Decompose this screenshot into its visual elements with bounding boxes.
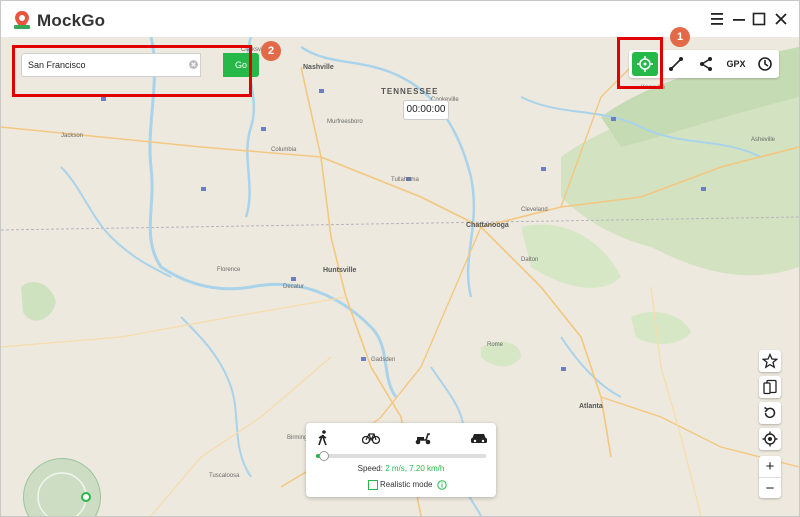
city-label: Decatur — [283, 284, 305, 290]
city-label: Dalton — [521, 257, 539, 263]
info-icon[interactable] — [437, 480, 447, 490]
scooter-mode-button[interactable] — [414, 430, 432, 446]
timer-display: 00:00:00 — [403, 100, 449, 120]
reset-icon — [764, 406, 776, 419]
clock-icon — [758, 57, 772, 71]
close-icon[interactable] — [771, 9, 791, 29]
minimize-icon[interactable] — [729, 9, 749, 29]
highlight-box-search — [12, 45, 252, 97]
menu-icon[interactable] — [707, 9, 727, 29]
city-label: Gadsden — [371, 357, 396, 363]
city-label: Nashville — [303, 64, 334, 71]
city-label: Columbia — [271, 147, 297, 153]
city-label: Asheville — [751, 137, 776, 143]
city-label: Atlanta — [579, 403, 603, 410]
speed-readout: Speed: 2 m/s, 7.20 km/h — [306, 464, 496, 473]
mockgo-logo-icon — [14, 11, 30, 29]
gpx-label: GPX — [726, 59, 746, 69]
highlight-box-teleport — [617, 37, 663, 89]
maximize-icon[interactable] — [749, 9, 769, 29]
locate-button[interactable] — [759, 428, 781, 450]
city-label: Huntsville — [323, 267, 357, 274]
realistic-mode-label: Realistic mode — [380, 480, 433, 489]
multi-spot-route-icon — [700, 57, 712, 71]
speed-panel: Speed: 2 m/s, 7.20 km/h Realistic mode — [306, 423, 496, 497]
device-button[interactable] — [759, 376, 781, 398]
city-label: Cleveland — [521, 207, 548, 213]
realistic-mode-checkbox[interactable] — [368, 480, 378, 490]
bike-mode-button[interactable] — [362, 430, 380, 446]
speed-slider[interactable] — [316, 451, 486, 461]
direction-joystick[interactable] — [23, 458, 101, 516]
city-label: Jackson — [61, 133, 84, 139]
scooter-icon — [415, 433, 431, 445]
city-label: Murfreesboro — [327, 119, 363, 125]
step-badge-1: 1 — [670, 27, 690, 47]
walking-icon — [318, 430, 327, 446]
city-label: Tuscaloosa — [209, 473, 240, 479]
state-label: TENNESSEE — [381, 87, 439, 96]
multi-spot-mode-button[interactable] — [693, 52, 719, 76]
device-icon — [763, 379, 777, 395]
speed-value: 2 m/s, 7.20 km/h — [385, 464, 445, 473]
zoom-out-button[interactable]: − — [759, 477, 781, 499]
zoom-in-button[interactable]: + — [759, 456, 781, 477]
car-icon — [471, 434, 487, 443]
gpx-import-button[interactable]: GPX — [721, 52, 751, 76]
walk-mode-button[interactable] — [314, 430, 332, 446]
locate-icon — [762, 431, 778, 447]
app-window: MockGo TENNESSEE Nashville Huntsville Ch… — [0, 0, 800, 517]
car-mode-button[interactable] — [470, 430, 488, 446]
reset-button[interactable] — [759, 402, 781, 424]
city-label: Tullahoma — [391, 177, 419, 183]
two-spot-mode-button[interactable] — [663, 52, 689, 76]
speed-label: Speed: — [357, 464, 383, 473]
favorites-button[interactable] — [759, 350, 781, 372]
city-label: Florence — [217, 267, 241, 273]
city-label: Rome — [487, 342, 504, 348]
speed-slider-thumb[interactable] — [319, 451, 329, 461]
zoom-control: + − — [759, 456, 781, 498]
city-label: Chattanooga — [466, 222, 509, 229]
app-name: MockGo — [37, 11, 106, 30]
star-icon — [762, 353, 778, 369]
joystick-ring-icon — [37, 472, 91, 516]
two-spot-route-icon — [669, 57, 683, 71]
history-button[interactable] — [752, 52, 778, 76]
step-badge-2: 2 — [261, 41, 281, 61]
bicycle-icon — [362, 433, 380, 445]
